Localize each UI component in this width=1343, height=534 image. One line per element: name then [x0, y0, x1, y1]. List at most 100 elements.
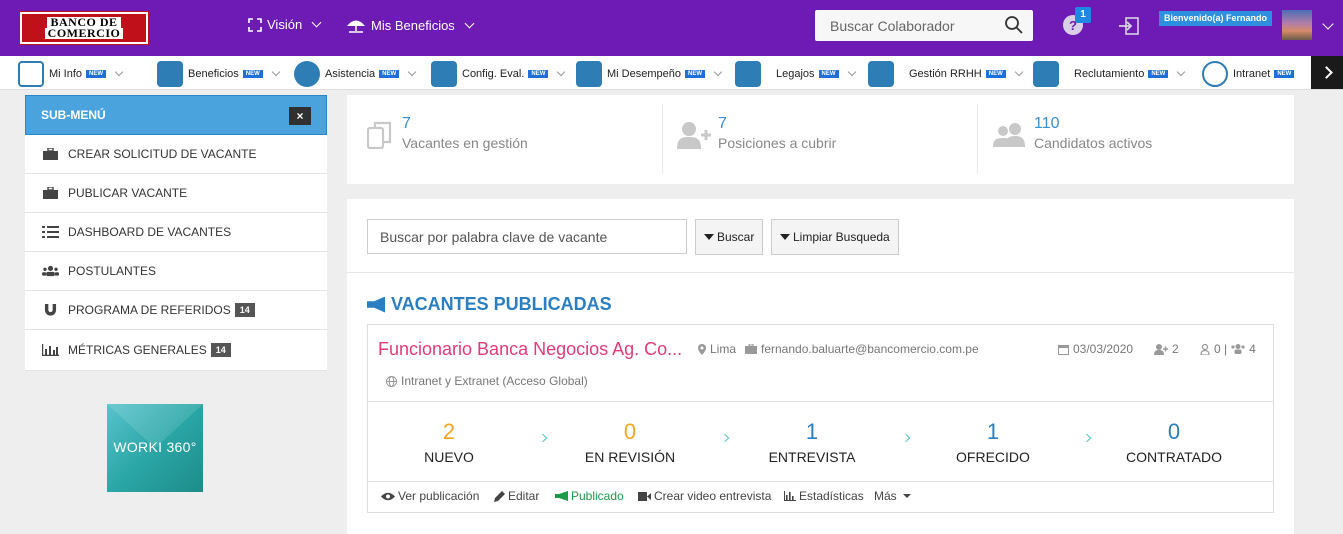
stat-label: Vacantes en gestión	[402, 135, 528, 151]
nav-vision[interactable]: Visión	[248, 17, 322, 32]
statistics-link[interactable]: Estadísticas	[784, 489, 864, 503]
user-menu-chevron-icon[interactable]	[1322, 18, 1334, 30]
chevron-down-icon[interactable]	[1177, 67, 1186, 77]
module-gestion-rrhh[interactable]: Gestión RRHH NEW	[868, 61, 1023, 87]
module-asistencia[interactable]: Asistencia NEW	[294, 61, 417, 87]
chevron-down-icon[interactable]	[713, 67, 723, 77]
bar-chart-icon	[784, 491, 796, 501]
email-text: fernando.baluarte@bancomercio.com.pe	[761, 342, 979, 356]
chevron-down-icon[interactable]	[847, 67, 856, 77]
close-icon[interactable]: ×	[289, 107, 311, 125]
stage-label: EN REVISIÓN	[584, 449, 676, 465]
stage-count: 2	[442, 419, 456, 444]
sub-menu-item-publicar-vacante[interactable]: PUBLICAR VACANTE	[25, 174, 327, 213]
bank-logo[interactable]: BANCO DE COMERCIO	[19, 11, 149, 45]
chevron-down-icon[interactable]	[271, 67, 281, 77]
stage-entrevista[interactable]: 1 ENTREVISTA	[737, 419, 887, 465]
chevron-down-icon[interactable]	[557, 67, 566, 77]
stat-vacantes: 7 Vacantes en gestión	[367, 95, 662, 175]
stage-contratado[interactable]: 0 CONTRATADO	[1099, 419, 1249, 465]
module-legajos[interactable]: Legajos NEW	[735, 61, 856, 87]
stat-value: 7	[402, 115, 411, 132]
module-intranet[interactable]: Intranet NEW	[1202, 61, 1295, 87]
worki-360-banner[interactable]: WORKI 360°	[107, 404, 203, 492]
chevron-right-icon	[720, 433, 730, 443]
stage-label: CONTRATADO	[1126, 449, 1222, 465]
vacancy-title[interactable]: Funcionario Banca Negocios Ag. Co...	[378, 339, 682, 360]
stat-candidatos: 110 Candidatos activos	[993, 95, 1293, 175]
more-label: Más	[874, 489, 897, 503]
sub-menu-item-metricas[interactable]: MÉTRICAS GENERALES 14	[25, 330, 327, 371]
vacancy-location: Lima	[698, 342, 736, 356]
user-plus-icon	[677, 122, 711, 149]
module-scroll-right-button[interactable]	[1311, 56, 1343, 89]
search-icon[interactable]	[1005, 16, 1023, 34]
published-toggle[interactable]: Publicado	[555, 489, 624, 503]
module-label: Intranet	[1233, 68, 1271, 80]
view-post-label: Ver publicación	[398, 489, 480, 503]
chevron-down-icon	[311, 17, 322, 28]
sub-menu-item-programa-referidos[interactable]: PROGRAMA DE REFERIDOS 14	[25, 291, 327, 330]
sub-menu-item-dashboard[interactable]: DASHBOARD DE VACANTES	[25, 213, 327, 252]
stat-label: Candidatos activos	[1034, 135, 1153, 151]
module-label: Mi Info	[49, 68, 83, 80]
chevron-right-icon	[1082, 433, 1092, 443]
sub-menu-item-crear-solicitud[interactable]: CREAR SOLICITUD DE VACANTE	[25, 135, 327, 174]
chevron-down-icon[interactable]	[114, 67, 124, 77]
stage-ofrecido[interactable]: 1 OFRECIDO	[918, 419, 1068, 465]
module-label: Asistencia	[325, 68, 376, 80]
chevron-down-icon[interactable]	[407, 67, 417, 77]
nav-vision-label: Visión	[267, 17, 303, 32]
clear-search-button[interactable]: Limpiar Busqueda	[771, 219, 899, 255]
more-dropdown[interactable]: Más	[874, 489, 911, 503]
logout-icon[interactable]	[1118, 17, 1140, 35]
sub-menu-header: SUB-MENÚ ×	[25, 95, 327, 135]
sub-menu-label: MÉTRICAS GENERALES	[68, 343, 207, 357]
chevron-down-icon[interactable]	[1014, 67, 1023, 77]
eye-icon	[381, 492, 395, 500]
new-badge: NEW	[985, 70, 1006, 78]
module-mi-info[interactable]: Mi Info NEW	[18, 61, 124, 87]
module-beneficios[interactable]: Beneficios NEW	[157, 61, 281, 87]
stage-nuevo[interactable]: 2 NUEVO	[374, 419, 524, 465]
create-video-interview-link[interactable]: Crear video entrevista	[638, 489, 771, 503]
copy-icon	[367, 121, 392, 149]
stage-count: 1	[805, 419, 819, 444]
vacancy-applicants: 0 | 4	[1200, 342, 1256, 356]
cube-icon	[431, 61, 457, 87]
sub-menu-label: PROGRAMA DE REFERIDOS	[68, 303, 231, 317]
id-card-icon	[18, 61, 44, 87]
stat-posiciones: 7 Posiciones a cubrir	[677, 95, 977, 175]
view-post-link[interactable]: Ver publicación	[381, 489, 479, 503]
create-video-label: Crear video entrevista	[654, 489, 772, 503]
module-label: Mi Desempeño	[607, 68, 681, 80]
employee-search-input[interactable]	[815, 17, 995, 34]
edit-link[interactable]: Editar	[494, 489, 539, 503]
globe-icon	[386, 375, 397, 387]
nav-mis-beneficios[interactable]: Mis Beneficios	[346, 17, 475, 33]
video-camera-icon	[638, 491, 651, 501]
divider	[347, 272, 1294, 273]
sub-menu-title: SUB-MENÚ	[41, 108, 106, 122]
divider	[368, 401, 1273, 402]
module-config-eval[interactable]: Config. Eval. NEW	[431, 61, 566, 87]
module-reclutamiento[interactable]: Reclutamiento NEW	[1033, 61, 1186, 87]
expand-icon	[248, 17, 262, 32]
sub-menu-item-postulantes[interactable]: POSTULANTES	[25, 252, 327, 291]
section-title: VACANTES PUBLICADAS	[367, 294, 612, 315]
avatar[interactable]	[1282, 10, 1312, 40]
users-icon	[42, 265, 59, 277]
award-icon	[576, 61, 602, 87]
stat-value: 110	[1034, 115, 1060, 132]
stat-value: 7	[718, 115, 727, 132]
search-button[interactable]: Buscar	[695, 219, 764, 255]
new-badge: NEW	[379, 70, 400, 78]
stage-label: OFRECIDO	[956, 449, 1030, 465]
stage-en-revision[interactable]: 0 EN REVISIÓN	[555, 419, 705, 465]
new-badge: NEW	[86, 70, 107, 78]
keyword-search-input[interactable]	[367, 219, 687, 254]
briefcase-icon	[745, 344, 757, 354]
module-mi-desempeno[interactable]: Mi Desempeño NEW	[576, 61, 723, 87]
divider	[662, 105, 663, 173]
chevron-right-icon	[538, 433, 548, 443]
